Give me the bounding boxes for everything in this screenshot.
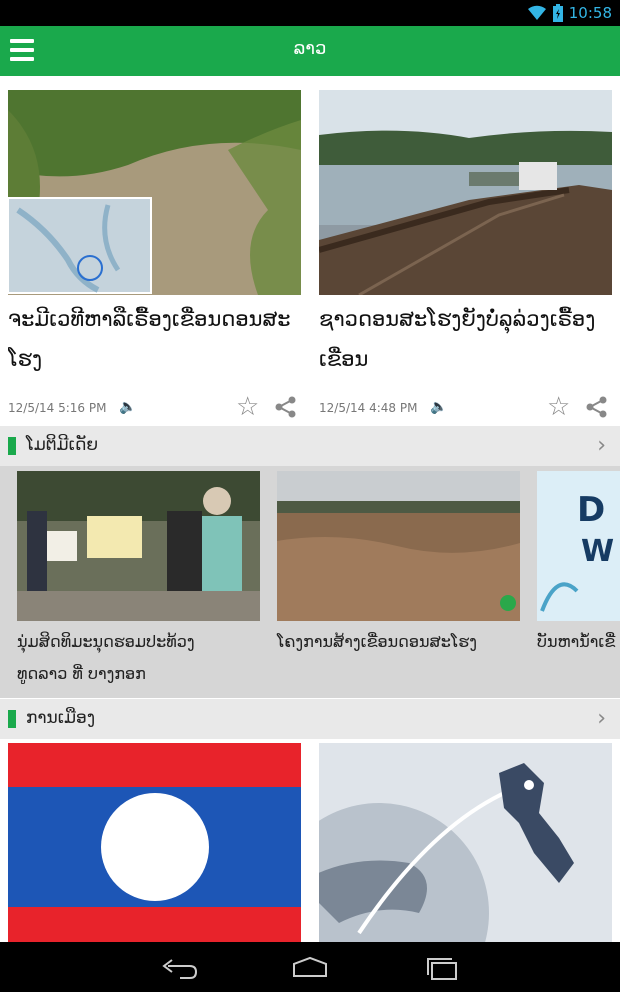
battery-icon	[552, 4, 563, 22]
clock: 10:58	[568, 4, 612, 22]
article-thumbnail[interactable]	[319, 90, 612, 295]
media-card[interactable]: ໂຄງການສ້າງເຂື່ອນດອນສະໂຮງ	[277, 471, 520, 659]
media-caption[interactable]: ນຸ່ມສິດທິມະນຸດຮອມປະທ້ວງ	[17, 625, 260, 659]
main-content: ຈະມີເວທີຫາລືເຣື້ອງເຂື່ອນດອນສະໂຮງ 12/5/14…	[0, 76, 620, 942]
section-accent	[8, 437, 16, 455]
wifi-icon	[527, 5, 546, 21]
multimedia-carousel[interactable]: ນຸ່ມສິດທິມະນຸດຮອມປະທ້ວງ ທູດລາວ ທີ່ ບາງກອ…	[0, 466, 620, 698]
article-meta: 12/5/14 5:16 PM 🔈 ☆	[8, 393, 301, 423]
media-caption[interactable]: ໂຄງການສ້າງເຂື່ອນດອນສະໂຮງ	[277, 625, 520, 659]
speaker-icon[interactable]: 🔈	[119, 399, 136, 415]
article-meta: 12/5/14 4:48 PM 🔈 ☆	[319, 393, 612, 423]
section-header-multimedia[interactable]: ໂມຕິມີເດັຍ ›	[0, 426, 620, 466]
section-header-politics[interactable]: ການເມືອງ ›	[0, 699, 620, 739]
chevron-right-icon[interactable]: ›	[597, 433, 606, 458]
star-icon[interactable]: ☆	[236, 393, 259, 421]
article-headline[interactable]: ຊາວດອນສະໂຮງຍັງບໍ່ລຸລ່ວງເຣື້ອງ ເຂື່ອນ	[319, 299, 612, 381]
media-card[interactable]: D W ບັນຫານ້ຳເຂື່	[537, 471, 620, 659]
chevron-right-icon[interactable]: ›	[597, 706, 606, 731]
status-bar: 10:58	[0, 0, 620, 26]
navigation-bar	[0, 942, 620, 992]
section-title: ໂມຕິມີເດັຍ	[26, 435, 99, 455]
svg-text:W: W	[581, 534, 614, 569]
recents-icon[interactable]	[422, 954, 462, 982]
featured-article[interactable]: ຈະມີເວທີຫາລືເຣື້ອງເຂື່ອນດອນສະໂຮງ 12/5/14…	[8, 90, 301, 423]
page-title: ລາວ	[293, 38, 327, 59]
article-timestamp: 12/5/14 5:16 PM	[8, 401, 107, 415]
media-caption[interactable]: ບັນຫານ້ຳເຂື່	[537, 625, 620, 659]
app-bar: ລາວ	[0, 26, 620, 76]
status-icons: 10:58	[527, 4, 612, 22]
media-card[interactable]: ນຸ່ມສິດທິມະນຸດຮອມປະທ້ວງ ທູດລາວ ທີ່ ບາງກອ…	[17, 471, 260, 689]
section-accent	[8, 710, 16, 728]
article-headline[interactable]: ຈະມີເວທີຫາລືເຣື້ອງເຂື່ອນດອນສະໂຮງ	[8, 299, 301, 381]
media-thumbnail[interactable]	[277, 471, 520, 621]
media-caption-line2[interactable]: ທູດລາວ ທີ່ ບາງກອກ	[17, 659, 260, 689]
section-title: ການເມືອງ	[26, 708, 96, 728]
svg-text:D: D	[577, 490, 605, 530]
politics-article-thumbnail[interactable]	[8, 743, 301, 942]
article-timestamp: 12/5/14 4:48 PM	[319, 401, 418, 415]
share-icon[interactable]	[585, 395, 609, 419]
article-thumbnail[interactable]	[8, 90, 301, 295]
featured-article[interactable]: ຊາວດອນສະໂຮງຍັງບໍ່ລຸລ່ວງເຣື້ອງ ເຂື່ອນ 12/…	[319, 90, 612, 423]
speaker-icon[interactable]: 🔈	[430, 399, 447, 415]
star-icon[interactable]: ☆	[547, 393, 570, 421]
media-thumbnail[interactable]	[17, 471, 260, 621]
home-icon[interactable]	[290, 954, 330, 982]
media-thumbnail[interactable]: D W	[537, 471, 620, 621]
politics-article-thumbnail[interactable]	[319, 743, 612, 942]
back-icon[interactable]	[160, 954, 200, 982]
share-icon[interactable]	[274, 395, 298, 419]
